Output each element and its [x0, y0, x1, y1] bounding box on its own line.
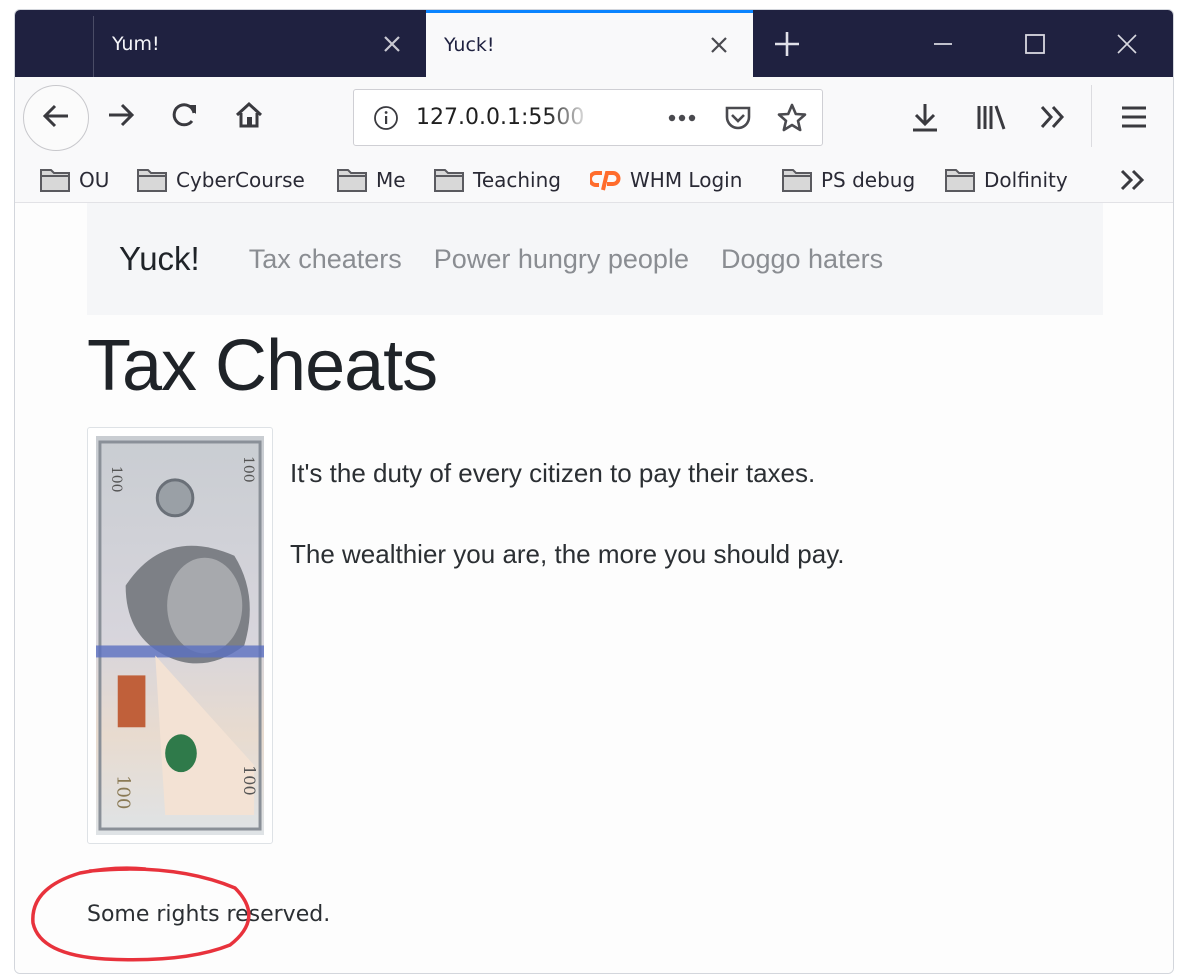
svg-text:100: 100 — [108, 466, 124, 493]
download-icon[interactable] — [903, 95, 947, 139]
page-title: Tax Cheats — [87, 326, 438, 406]
nav-link-power-hungry-people[interactable]: Power hungry people — [434, 244, 689, 275]
bookmark-label: Dolfinity — [984, 168, 1068, 192]
svg-text:100: 100 — [240, 456, 256, 483]
back-button[interactable] — [23, 85, 89, 151]
bookmarks-overflow-icon[interactable] — [1113, 161, 1153, 199]
overflow-chevrons-icon[interactable] — [1031, 95, 1075, 139]
folder-icon — [136, 167, 168, 193]
close-tab-icon[interactable] — [699, 25, 739, 65]
bookmark-label: PS debug — [821, 168, 916, 192]
library-icon[interactable] — [969, 95, 1013, 139]
bookmark-ou[interactable]: OU — [39, 163, 109, 197]
tab-strip: Yum! Yuck! — [15, 10, 1173, 77]
footer-copyright: Some rights reserved. — [87, 902, 331, 927]
tab-title: Yuck! — [444, 34, 495, 56]
bill-image: 100 100 100 100 — [87, 427, 273, 844]
folder-icon — [433, 167, 465, 193]
folder-icon — [781, 167, 813, 193]
url-text[interactable]: 127.0.0.1:5500 — [416, 105, 591, 130]
site-navbar: Yuck! Tax cheaters Power hungry people D… — [87, 203, 1103, 315]
tab-yuck[interactable]: Yuck! — [426, 10, 753, 77]
folder-icon — [39, 167, 71, 193]
paragraph-duty: It's the duty of every citizen to pay th… — [290, 458, 816, 488]
hundred-dollar-bill-image: 100 100 100 100 — [96, 436, 264, 835]
paragraph-wealthier: The wealthier you are, the more you shou… — [290, 539, 845, 569]
bookmark-label: WHM Login — [630, 168, 743, 192]
arrow-left-icon — [40, 100, 72, 136]
plus-icon[interactable] — [767, 24, 807, 64]
svg-text:100: 100 — [240, 765, 259, 795]
bookmark-label: Me — [376, 168, 406, 192]
tab-yum[interactable]: Yum! — [94, 10, 426, 77]
bookmark-cybercourse[interactable]: CyberCourse — [136, 163, 305, 197]
info-icon[interactable] — [364, 96, 408, 140]
home-button[interactable] — [227, 95, 271, 139]
reload-icon — [170, 100, 200, 134]
browser-window: Yum! Yuck! 127.0.0.1:5500 OU CyberCourse… — [14, 9, 1174, 974]
home-icon — [234, 100, 264, 134]
forward-button[interactable] — [99, 95, 143, 139]
maximize-icon[interactable] — [1015, 24, 1055, 64]
bookmark-dolfinity[interactable]: Dolfinity — [944, 163, 1068, 197]
toolbar-divider — [1091, 85, 1092, 147]
close-tab-icon[interactable] — [372, 24, 412, 64]
folder-icon — [944, 167, 976, 193]
folder-icon — [336, 167, 368, 193]
page-content: Yuck! Tax cheaters Power hungry people D… — [15, 203, 1173, 973]
cpanel-icon — [590, 168, 622, 192]
star-icon[interactable] — [770, 96, 814, 140]
bookmark-label: CyberCourse — [176, 168, 305, 192]
bookmark-ps-debug[interactable]: PS debug — [781, 163, 915, 197]
bookmark-teaching[interactable]: Teaching — [433, 163, 561, 197]
bookmark-label: OU — [79, 168, 110, 192]
bookmark-whm-login[interactable]: WHM Login — [590, 163, 742, 197]
bookmark-me[interactable]: Me — [336, 163, 406, 197]
close-icon[interactable] — [1107, 24, 1147, 64]
pocket-icon[interactable] — [716, 96, 760, 140]
hamburger-menu-icon[interactable] — [1112, 95, 1156, 139]
nav-toolbar: 127.0.0.1:5500 — [15, 77, 1173, 157]
svg-text:100: 100 — [113, 775, 134, 809]
bookmark-label: Teaching — [473, 168, 561, 192]
minimize-icon[interactable] — [923, 24, 963, 64]
arrow-right-icon — [105, 99, 137, 135]
navbar-brand[interactable]: Yuck! — [119, 240, 200, 278]
nav-link-doggo-haters[interactable]: Doggo haters — [721, 244, 883, 275]
url-bar[interactable]: 127.0.0.1:5500 — [353, 89, 823, 146]
reload-button[interactable] — [163, 95, 207, 139]
tab-title: Yum! — [112, 32, 160, 55]
more-dots-icon[interactable] — [660, 96, 704, 140]
bookmarks-bar: OU CyberCourse Me Teaching WHM Login PS … — [15, 157, 1173, 203]
nav-link-tax-cheaters[interactable]: Tax cheaters — [249, 244, 402, 275]
